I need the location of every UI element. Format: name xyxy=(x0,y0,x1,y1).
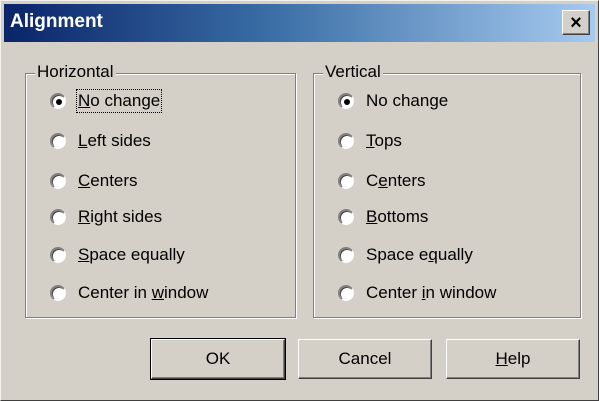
radio-vertical-no-change[interactable]: No change xyxy=(338,89,448,113)
cancel-label: Cancel xyxy=(338,349,392,368)
radio-horizontal-left-sides[interactable]: Left sides xyxy=(50,129,151,153)
radio-vertical-center-in-window[interactable]: Center in window xyxy=(338,281,496,305)
radio-button[interactable] xyxy=(50,285,66,301)
help-button[interactable]: Help xyxy=(446,339,580,379)
option-label: Bottoms xyxy=(366,207,429,226)
option-label: No change xyxy=(366,91,449,110)
vertical-legend: Vertical xyxy=(323,62,383,82)
radio-vertical-tops[interactable]: Tops xyxy=(338,129,402,153)
radio-button[interactable] xyxy=(50,133,66,149)
radio-button[interactable] xyxy=(338,285,354,301)
radio-button[interactable] xyxy=(338,93,354,109)
radio-horizontal-right-sides[interactable]: Right sides xyxy=(50,205,162,229)
window-title: Alignment xyxy=(10,11,103,32)
option-label: Tops xyxy=(366,131,402,150)
horizontal-legend: Horizontal xyxy=(35,62,116,82)
option-label: Centers xyxy=(366,171,426,190)
radio-button[interactable] xyxy=(50,209,66,225)
option-label: Right sides xyxy=(78,207,163,226)
option-label: Left sides xyxy=(78,131,151,150)
radio-button[interactable] xyxy=(338,173,354,189)
radio-horizontal-center-in-window[interactable]: Center in window xyxy=(50,281,208,305)
radio-vertical-centers[interactable]: Centers xyxy=(338,169,426,193)
close-button[interactable]: × xyxy=(562,10,590,35)
horizontal-group: Horizontal No change Left sides Centers … xyxy=(25,62,296,318)
radio-button[interactable] xyxy=(338,209,354,225)
radio-dot xyxy=(343,98,350,105)
radio-button[interactable] xyxy=(50,173,66,189)
alignment-dialog: Alignment × Horizontal No change Left si… xyxy=(0,0,599,401)
option-label: Center in window xyxy=(366,283,497,302)
radio-horizontal-centers[interactable]: Centers xyxy=(50,169,138,193)
radio-button[interactable] xyxy=(50,247,66,263)
radio-button[interactable] xyxy=(50,93,66,109)
close-icon: × xyxy=(570,11,582,34)
option-label: Space equally xyxy=(78,245,185,264)
option-label: No change xyxy=(75,89,163,113)
radio-button[interactable] xyxy=(338,133,354,149)
help-label: Help xyxy=(495,349,531,368)
radio-dot xyxy=(55,98,62,105)
radio-vertical-space-equally[interactable]: Space equally xyxy=(338,243,473,267)
option-label: Center in window xyxy=(78,283,209,302)
radio-button[interactable] xyxy=(338,247,354,263)
ok-button[interactable]: OK xyxy=(150,338,286,380)
title-bar[interactable]: Alignment × xyxy=(4,4,595,42)
radio-horizontal-no-change[interactable]: No change xyxy=(50,89,163,113)
radio-horizontal-space-equally[interactable]: Space equally xyxy=(50,243,185,267)
vertical-group: Vertical No change Tops Centers Bottoms … xyxy=(313,62,581,318)
option-label: Space equally xyxy=(366,245,473,264)
ok-label: OK xyxy=(205,349,231,368)
cancel-button[interactable]: Cancel xyxy=(298,339,432,379)
radio-vertical-bottoms[interactable]: Bottoms xyxy=(338,205,428,229)
option-label: Centers xyxy=(78,171,138,190)
